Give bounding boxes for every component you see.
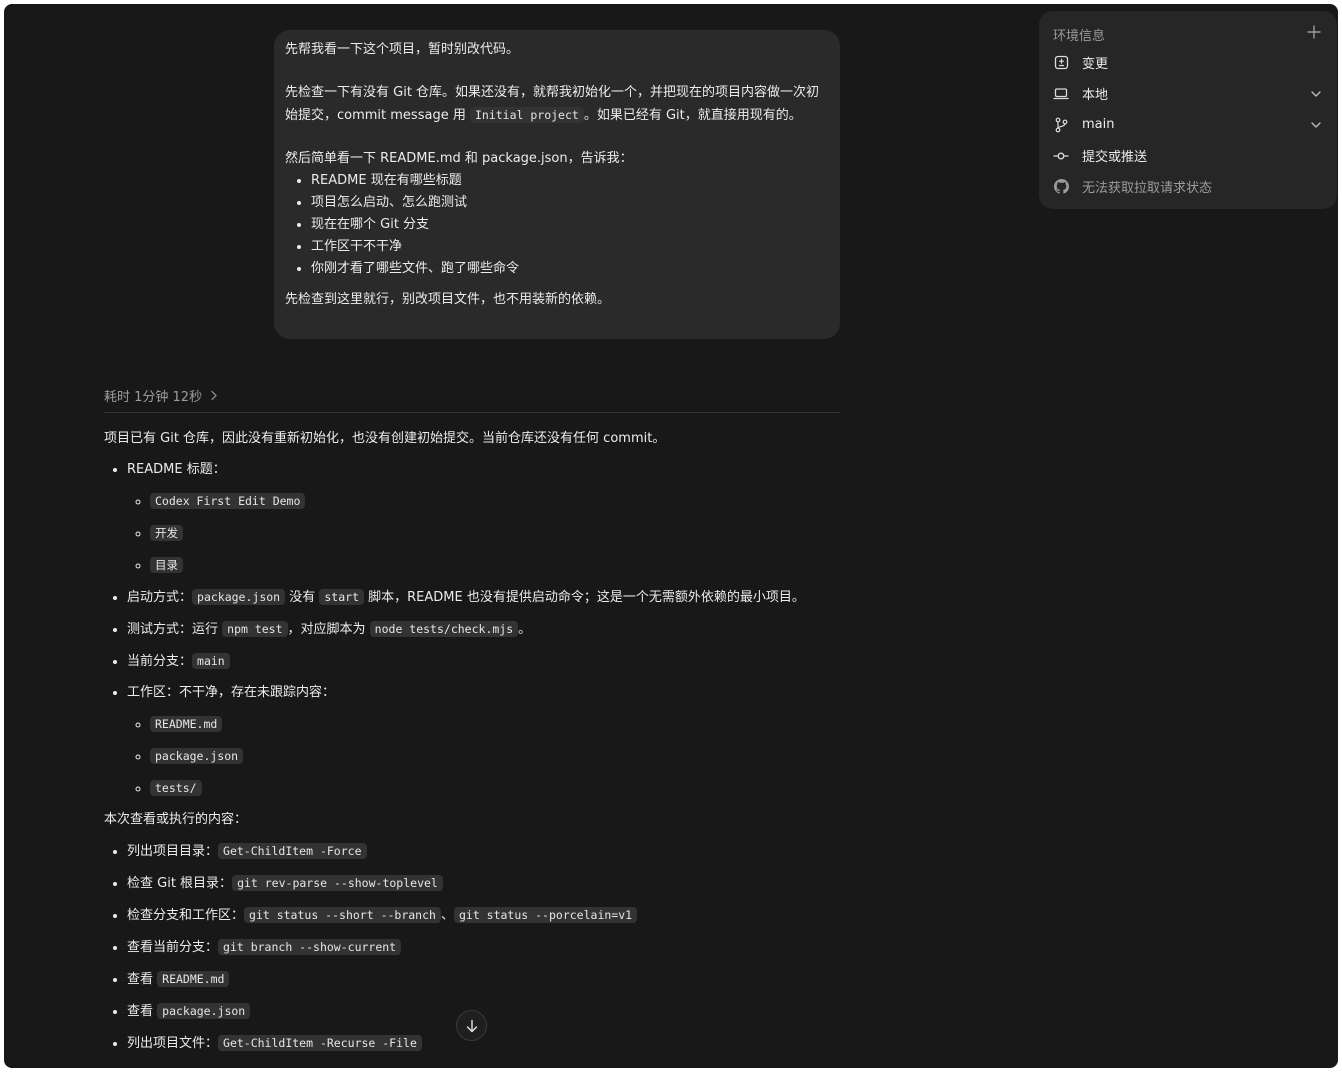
list-item: 列出项目目录：Get-ChildItem -Force [127,840,834,864]
text: README 标题： [127,462,226,477]
user-message-paragraph: 然后简单看一下 README.md 和 package.json，告诉我： [285,150,633,166]
text: 查看当前分支： [127,940,219,955]
answer-list: README 标题： Codex First Edit Demo 开发 目录 启… [104,459,834,801]
inline-code: git status --porcelain=v1 [453,907,638,923]
sub-list-item: 开发 [150,522,834,546]
scroll-to-bottom-button[interactable] [456,1010,487,1041]
sub-list: Codex First Edit Demo 开发 目录 [127,490,834,578]
inline-code: main [192,653,230,669]
text: 启动方式： [127,590,193,605]
inline-code: README.md [150,716,223,732]
inline-code: Get-ChildItem -Force [218,843,367,859]
env-row-label: 提交或推送 [1082,150,1148,165]
inline-code: Initial project [469,107,584,123]
elapsed-time-label: 耗时 1分钟 12秒 [104,390,203,405]
list-item: README 标题： Codex First Edit Demo 开发 目录 [127,459,834,578]
inline-code: 开发 [150,525,183,541]
sub-list-item: tests/ [150,777,834,801]
text: 测试方式：运行 [127,622,223,637]
env-row-branch[interactable]: main [1053,109,1323,140]
separator: 、 [440,908,454,923]
assistant-answer: 项目已有 Git 仓库，因此没有重新初始化，也没有创建初始提交。当前仓库还没有任… [104,428,834,1056]
env-row-pr-status: 无法获取拉取请求状态 [1053,171,1323,202]
laptop-icon [1053,86,1069,102]
elapsed-time-toggle[interactable]: 耗时 1分钟 12秒 [104,386,840,413]
inline-code: tests/ [150,780,202,796]
env-row-local[interactable]: 本地 [1053,78,1323,109]
list-item: 测试方式：运行 npm test，对应脚本为 node tests/check.… [127,618,834,642]
answer-intro: 项目已有 Git 仓库，因此没有重新初始化，也没有创建初始提交。当前仓库还没有任… [104,431,666,446]
env-row-label: main [1082,117,1115,132]
chat-window: 先帮我看一下这个项目，暂时别改代码。 先检查一下有没有 Git 仓库。如果还没有… [4,4,1338,1068]
chevron-right-icon [210,386,218,404]
list-item: 查看当前分支：git branch --show-current [127,936,834,960]
list-item: README 现在有哪些标题 [311,170,828,192]
sub-list-item: 目录 [150,554,834,578]
inline-code: npm test [222,621,288,637]
inline-code: git rev-parse --show-toplevel [232,875,443,891]
sub-list-item: README.md [150,713,834,737]
environment-panel: 环境信息 变更 本地 main 提交或推送 无法获取拉取请求状态 [1039,11,1337,209]
env-row-label: 本地 [1082,88,1109,103]
git-commit-icon [1053,148,1069,164]
env-row-label: 变更 [1082,57,1109,72]
inline-code: Codex First Edit Demo [150,493,306,509]
inline-code: git branch --show-current [218,939,402,955]
sub-list-item: Codex First Edit Demo [150,490,834,514]
list-item: 你刚才看了哪些文件、跑了哪些命令 [311,258,828,280]
inline-code: start [319,589,364,605]
arrow-down-icon [465,1019,479,1033]
git-branch-icon [1053,117,1069,133]
text: 没有 [285,590,320,605]
text: 工作区：不干净，存在未跟踪内容： [127,685,336,700]
text: 列出项目文件： [127,1036,219,1051]
list-item: 项目怎么启动、怎么跑测试 [311,192,828,214]
text: 当前分支： [127,654,193,669]
inline-code: git status --short --branch [244,907,441,923]
github-icon [1053,179,1069,195]
text: 。如果已经有 Git，就直接用现有的。 [583,108,802,123]
inline-code: package.json [157,1003,251,1019]
inline-code: Get-ChildItem -Recurse -File [218,1035,422,1051]
text: 。 [518,622,532,637]
text: 脚本，README 也没有提供启动命令；这是一个无需额外依赖的最小项目。 [364,590,805,605]
list-item: 启动方式：package.json 没有 start 脚本，README 也没有… [127,586,834,610]
environment-header: 环境信息 [1053,21,1323,47]
chevron-down-icon[interactable] [1309,87,1323,101]
inline-code: package.json [150,748,244,764]
user-message-closing: 先检查到这里就行，别改项目文件，也不用装新的依赖。 [285,292,611,307]
user-message-bubble: 先帮我看一下这个项目，暂时别改代码。 先检查一下有没有 Git 仓库。如果还没有… [274,30,840,339]
list-item: 现在在哪个 Git 分支 [311,214,828,236]
sub-list: README.md package.json tests/ [127,713,834,801]
list-item: 工作区干不干净 [311,236,828,258]
text: 查看 [127,972,158,987]
inline-code: 目录 [150,557,183,573]
inline-code: package.json [192,589,286,605]
user-message-line: 先帮我看一下这个项目，暂时别改代码。 [285,42,520,57]
text: 查看 [127,1004,158,1019]
text: 列出项目目录： [127,844,219,859]
env-row-commit[interactable]: 提交或推送 [1053,140,1323,171]
text: 检查 Git 根目录： [127,876,233,891]
plus-icon[interactable] [1305,25,1323,43]
env-row-label: 无法获取拉取请求状态 [1082,181,1213,196]
inline-code: node tests/check.mjs [369,621,519,637]
user-message-paragraph: 先检查一下有没有 Git 仓库。如果还没有，就帮我初始化一个，并把现在的项目内容… [285,82,828,128]
environment-title: 环境信息 [1053,28,1106,44]
list-item: 工作区：不干净，存在未跟踪内容： README.md package.json … [127,682,834,801]
sub-list-item: package.json [150,745,834,769]
diff-icon [1053,55,1069,71]
list-item: 检查分支和工作区：git status --short --branch、git… [127,904,834,928]
list-item: 检查 Git 根目录：git rev-parse --show-toplevel [127,872,834,896]
chevron-down-icon[interactable] [1309,118,1323,132]
text: ，对应脚本为 [287,622,370,637]
list-item: 当前分支：main [127,650,834,674]
inline-code: README.md [157,971,230,987]
env-row-changes[interactable]: 变更 [1053,47,1323,78]
list-item: 查看 README.md [127,968,834,992]
text: 检查分支和工作区： [127,908,245,923]
user-question-list: README 现在有哪些标题 项目怎么启动、怎么跑测试 现在在哪个 Git 分支… [285,170,828,280]
section-heading: 本次查看或执行的内容： [104,812,248,827]
